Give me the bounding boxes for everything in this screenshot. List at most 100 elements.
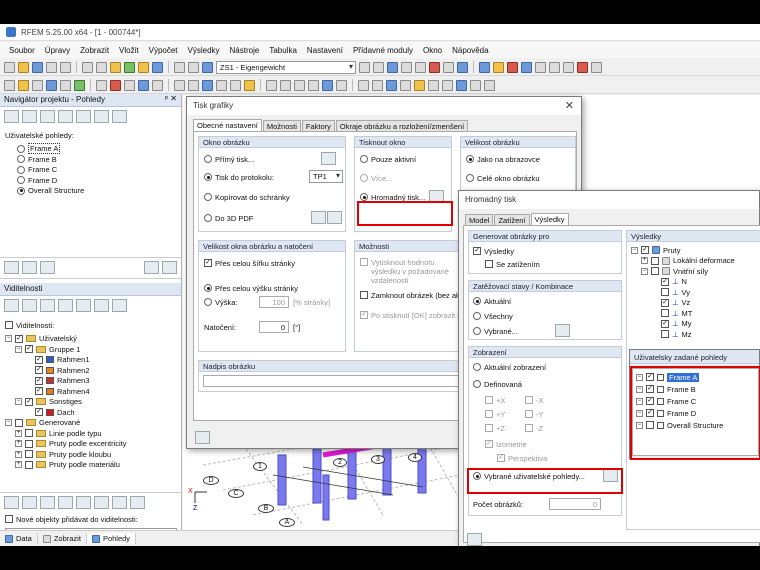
result-mz[interactable]: ⊥ Mz: [631, 329, 735, 340]
help-icon[interactable]: [467, 533, 482, 546]
dir-minus-x[interactable]: -X: [525, 395, 544, 406]
export-view-icon[interactable]: [76, 110, 91, 123]
visibility-surface-icon[interactable]: [112, 299, 127, 312]
copy-view-icon[interactable]: [22, 261, 37, 274]
calculate-icon[interactable]: [124, 61, 135, 73]
extra-icon[interactable]: [484, 79, 495, 91]
zoom-icon[interactable]: [401, 61, 412, 73]
visibility-hide-icon[interactable]: [22, 299, 37, 312]
full-height-row[interactable]: Přes celou výšku stránky: [204, 283, 298, 294]
color-icon[interactable]: [429, 61, 440, 73]
result-n[interactable]: ⊥N: [631, 277, 735, 288]
snap-icon[interactable]: [549, 61, 560, 73]
copy-icon[interactable]: [266, 79, 277, 91]
results-icon[interactable]: [138, 61, 149, 73]
checkbox-icon[interactable]: [661, 298, 669, 307]
option-selected[interactable]: Vybrané...: [473, 326, 518, 337]
collapse-icon[interactable]: −: [15, 345, 22, 353]
tree-gen-2[interactable]: + Pruty podle excentricity: [5, 439, 176, 450]
solid-icon[interactable]: [60, 79, 71, 91]
menu-upravy[interactable]: Úpravy: [40, 46, 75, 55]
visibility-member-icon[interactable]: [94, 299, 109, 312]
view-item-frame-b[interactable]: Frame B: [17, 154, 176, 165]
new-view-icon[interactable]: [4, 110, 19, 123]
surface-load-icon[interactable]: [138, 79, 149, 91]
view-item-frame-a[interactable]: Frame A: [17, 143, 176, 155]
visibility-icon[interactable]: [428, 79, 439, 91]
option-as-screen[interactable]: Jako na obrazovce: [466, 154, 540, 165]
visibility-checkbox-row[interactable]: Viditelnosti:: [5, 320, 176, 331]
tree-group1[interactable]: − Gruppe 1: [5, 344, 176, 355]
select-loadcases-icon[interactable]: [555, 324, 570, 337]
tree-generated[interactable]: − Generované: [5, 418, 176, 429]
undo-icon[interactable]: [82, 61, 93, 73]
surface-icon[interactable]: [46, 79, 57, 91]
pdf-open-icon[interactable]: [327, 211, 342, 224]
collapse-icon[interactable]: −: [631, 246, 638, 254]
iso-view-icon[interactable]: [521, 61, 532, 73]
rotation-input[interactable]: 0: [259, 321, 289, 333]
info-icon[interactable]: [456, 79, 467, 91]
report-select[interactable]: TP1: [309, 170, 343, 183]
node-icon[interactable]: [4, 79, 15, 91]
close-icon[interactable]: ✕: [565, 99, 574, 112]
tree-other[interactable]: − Sonstiges: [5, 397, 176, 408]
select-icon[interactable]: [507, 61, 518, 73]
vis-tool-2-icon[interactable]: [22, 496, 37, 509]
expand-icon[interactable]: +: [15, 440, 22, 448]
menu-napoveda[interactable]: Nápověda: [447, 46, 493, 55]
option-print-to-report[interactable]: Tisk do protokolu:: [204, 172, 274, 183]
edit-view-icon[interactable]: [22, 110, 37, 123]
delete-view-icon[interactable]: [144, 261, 159, 274]
table-icon[interactable]: [174, 61, 185, 73]
visibility-line-icon[interactable]: [76, 299, 91, 312]
checkbox-icon[interactable]: [651, 256, 659, 265]
tab-factors[interactable]: Faktory: [301, 120, 335, 131]
option-results[interactable]: Výsledky: [473, 246, 514, 257]
tree-frame-2[interactable]: Rahmen2: [5, 365, 176, 376]
checkbox-icon[interactable]: [661, 309, 669, 318]
checkbox-icon[interactable]: [35, 408, 43, 417]
tree-user[interactable]: − Uživatelský: [5, 334, 176, 345]
option-isometric[interactable]: Izometrie: [485, 439, 527, 450]
panel-icon[interactable]: [188, 61, 199, 73]
dir-minus-z[interactable]: -Z: [525, 423, 543, 434]
checkbox-icon[interactable]: [25, 450, 33, 459]
visibility-node-icon[interactable]: [58, 299, 73, 312]
tab-model[interactable]: Model: [465, 214, 494, 225]
vis-tool-4-icon[interactable]: [58, 496, 73, 509]
edit-icon[interactable]: [110, 61, 121, 73]
graphics-icon[interactable]: [152, 61, 163, 73]
load-icon[interactable]: [96, 79, 107, 91]
visibility-mode-icon[interactable]: [4, 299, 19, 312]
scale-icon[interactable]: [322, 79, 333, 91]
checkbox-icon[interactable]: [35, 355, 43, 364]
checkbox-icon[interactable]: [25, 429, 33, 438]
height-row[interactable]: Výška:: [204, 297, 238, 308]
result-my[interactable]: ⊥My: [631, 319, 735, 330]
printer-settings-icon[interactable]: [321, 152, 336, 165]
loadcase-select[interactable]: ZS1 - Eigengewicht: [216, 60, 356, 74]
nodal-load-icon[interactable]: [110, 79, 121, 91]
axis-icon[interactable]: [563, 61, 574, 73]
eccentricity-icon[interactable]: [216, 79, 227, 91]
option-show-after-ok[interactable]: Po stisknutí [OK] zobrazit p...: [360, 310, 468, 321]
result-mt[interactable]: ⊥ MT: [631, 308, 735, 319]
member-load-icon[interactable]: [124, 79, 135, 91]
view-settings-icon[interactable]: [58, 110, 73, 123]
member-icon[interactable]: [32, 79, 43, 91]
expand-icon[interactable]: +: [15, 450, 22, 458]
collapse-icon[interactable]: −: [5, 419, 12, 427]
tab-options[interactable]: Možnosti: [262, 120, 301, 131]
option-whole-window[interactable]: Celé okno obrázku: [466, 173, 540, 184]
menu-soubor[interactable]: Soubor: [4, 46, 40, 55]
option-active-only[interactable]: Pouze aktivní: [360, 154, 416, 165]
project-icon[interactable]: [336, 79, 347, 91]
save-icon[interactable]: [32, 61, 43, 73]
tree-frame-3[interactable]: Rahmen3: [5, 376, 176, 387]
render-icon[interactable]: [457, 61, 468, 73]
option-result-distance[interactable]: Vytisknout hodnotu výsledku v požadované…: [360, 258, 460, 285]
view-item-frame-d[interactable]: Frame D: [17, 175, 176, 186]
display-icon[interactable]: [479, 61, 490, 73]
tab-data[interactable]: Data: [0, 533, 38, 544]
